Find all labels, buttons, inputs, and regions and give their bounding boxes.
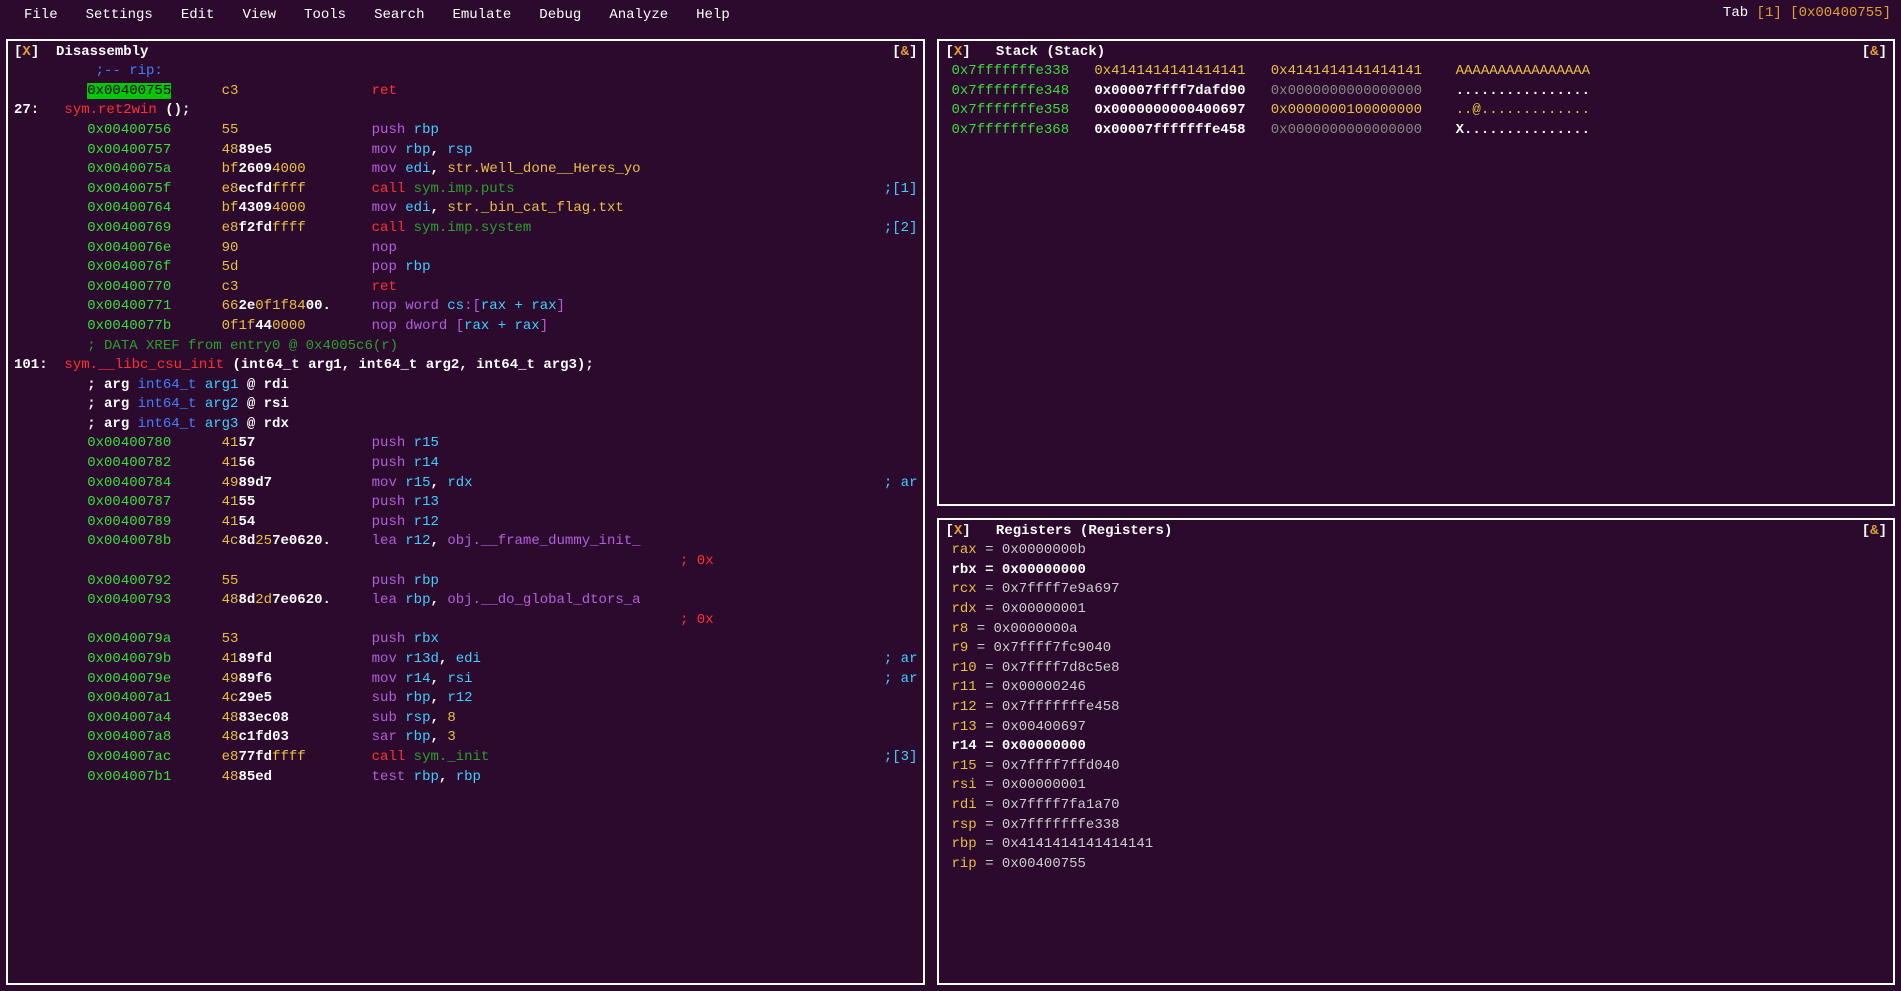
options-icon[interactable]: [&]: [1862, 43, 1887, 63]
disassembly-panel[interactable]: [X] Disassembly [&] ;-- rip: 0x00400755 …: [6, 39, 925, 985]
stack-row[interactable]: 0x7fffffffe358 0x0000000000400697 0x0000…: [951, 101, 1887, 121]
close-icon[interactable]: [X]: [945, 523, 970, 539]
disasm-line[interactable]: 0x00400782 4156push r14: [20, 454, 917, 474]
disasm-line[interactable]: ;-- rip:: [20, 62, 917, 82]
register-row[interactable]: rbx = 0x00000000: [951, 561, 1887, 581]
tab-number: [1]: [1757, 5, 1782, 21]
register-row[interactable]: r12 = 0x7fffffffe458: [951, 698, 1887, 718]
main-area: [X] Disassembly [&] ;-- rip: 0x00400755 …: [0, 33, 1901, 991]
disasm-line[interactable]: 0x0040079b 4189fdmov r13d, edi; ar: [20, 650, 917, 670]
options-icon[interactable]: [&]: [892, 43, 917, 63]
disasm-line[interactable]: 0x00400769 e8f2fdffffcall sym.imp.system…: [20, 219, 917, 239]
register-row[interactable]: r10 = 0x7ffff7d8c5e8: [951, 659, 1887, 679]
disasm-line[interactable]: 0x0040075a bf26094000mov edi, str.Well_d…: [20, 160, 917, 180]
disasm-line[interactable]: ; arg int64_t arg3 @ rdx: [20, 415, 917, 435]
disasm-line[interactable]: 0x00400771 662e0f1f8400.nop word cs:[rax…: [20, 297, 917, 317]
tab-label: Tab: [1723, 5, 1748, 21]
stack-body[interactable]: 0x7fffffffe338 0x4141414141414141 0x4141…: [945, 62, 1887, 140]
options-icon[interactable]: [&]: [1862, 522, 1887, 542]
menu-left: FileSettingsEditViewToolsSearchEmulateDe…: [10, 4, 744, 28]
panel-title-text: Disassembly: [56, 44, 148, 60]
register-row[interactable]: rdx = 0x00000001: [951, 600, 1887, 620]
disasm-line[interactable]: ; arg int64_t arg1 @ rdi: [20, 376, 917, 396]
register-row[interactable]: rdi = 0x7ffff7fa1a70: [951, 796, 1887, 816]
register-row[interactable]: rcx = 0x7ffff7e9a697: [951, 580, 1887, 600]
disasm-line[interactable]: 27: sym.ret2win ();: [14, 101, 917, 121]
panel-title-text: Registers (Registers): [996, 523, 1172, 539]
registers-panel[interactable]: [X] Registers (Registers) [&] rax = 0x00…: [937, 518, 1895, 985]
disasm-line[interactable]: 0x00400770 c3ret: [20, 278, 917, 298]
disassembly-body[interactable]: ;-- rip: 0x00400755 c3ret 27: sym.ret2wi…: [14, 62, 917, 787]
disasm-line[interactable]: 0x00400755 c3ret: [20, 82, 917, 102]
disasm-line[interactable]: 101: sym.__libc_csu_init (int64_t arg1, …: [14, 356, 917, 376]
tab-address: [0x00400755]: [1790, 5, 1891, 21]
menu-tools[interactable]: Tools: [290, 4, 360, 28]
menu-debug[interactable]: Debug: [525, 4, 595, 28]
disasm-line[interactable]: 0x00400784 4989d7mov r15, rdx; ar: [20, 474, 917, 494]
disasm-line[interactable]: ; 0x: [20, 611, 917, 631]
disasm-line[interactable]: 0x0040078b 4c8d257e0620.lea r12, obj.__f…: [20, 532, 917, 552]
disasm-line[interactable]: 0x00400756 55push rbp: [20, 121, 917, 141]
disasm-line[interactable]: 0x0040079a 53push rbx: [20, 630, 917, 650]
register-row[interactable]: r14 = 0x00000000: [951, 737, 1887, 757]
disasm-line[interactable]: 0x004007b1 4885edtest rbp, rbp: [20, 768, 917, 788]
close-icon[interactable]: [X]: [945, 44, 970, 60]
disasm-line[interactable]: 0x0040075f e8ecfdffffcall sym.imp.puts;[…: [20, 180, 917, 200]
disasm-line[interactable]: ; 0x: [20, 552, 917, 572]
registers-body[interactable]: rax = 0x0000000brbx = 0x00000000rcx = 0x…: [945, 541, 1887, 874]
disasm-line[interactable]: 0x004007a4 4883ec08sub rsp, 8: [20, 709, 917, 729]
stack-row[interactable]: 0x7fffffffe338 0x4141414141414141 0x4141…: [951, 62, 1887, 82]
menu-edit[interactable]: Edit: [167, 4, 229, 28]
disasm-line[interactable]: ; DATA XREF from entry0 @ 0x4005c6(r): [20, 337, 917, 357]
register-row[interactable]: r11 = 0x00000246: [951, 678, 1887, 698]
register-row[interactable]: rax = 0x0000000b: [951, 541, 1887, 561]
menu-settings[interactable]: Settings: [72, 4, 167, 28]
register-row[interactable]: rsi = 0x00000001: [951, 776, 1887, 796]
stack-panel[interactable]: [X] Stack (Stack) [&] 0x7fffffffe338 0x4…: [937, 39, 1895, 506]
panel-title-text: Stack (Stack): [996, 44, 1105, 60]
disasm-line[interactable]: 0x00400757 4889e5mov rbp, rsp: [20, 141, 917, 161]
stack-row[interactable]: 0x7fffffffe348 0x00007ffff7dafd90 0x0000…: [951, 82, 1887, 102]
menu-view[interactable]: View: [228, 4, 290, 28]
disasm-line[interactable]: ; arg int64_t arg2 @ rsi: [20, 395, 917, 415]
menu-analyze[interactable]: Analyze: [595, 4, 682, 28]
disasm-line[interactable]: 0x00400787 4155push r13: [20, 493, 917, 513]
close-icon[interactable]: [X]: [14, 44, 39, 60]
menu-emulate[interactable]: Emulate: [438, 4, 525, 28]
register-row[interactable]: rbp = 0x4141414141414141: [951, 835, 1887, 855]
disasm-line[interactable]: 0x00400792 55push rbp: [20, 572, 917, 592]
menu-file[interactable]: File: [10, 4, 72, 28]
register-row[interactable]: r13 = 0x00400697: [951, 718, 1887, 738]
register-row[interactable]: rip = 0x00400755: [951, 855, 1887, 875]
register-row[interactable]: r9 = 0x7ffff7fc9040: [951, 639, 1887, 659]
disasm-line[interactable]: 0x0040079e 4989f6mov r14, rsi; ar: [20, 670, 917, 690]
stack-row[interactable]: 0x7fffffffe368 0x00007fffffffe458 0x0000…: [951, 121, 1887, 141]
register-row[interactable]: rsp = 0x7fffffffe338: [951, 816, 1887, 836]
menu-help[interactable]: Help: [682, 4, 744, 28]
disasm-line[interactable]: 0x004007a1 4c29e5sub rbp, r12: [20, 689, 917, 709]
menubar: FileSettingsEditViewToolsSearchEmulateDe…: [0, 0, 1901, 33]
disasm-line[interactable]: 0x00400789 4154push r12: [20, 513, 917, 533]
disasm-line[interactable]: 0x00400793 488d2d7e0620.lea rbp, obj.__d…: [20, 591, 917, 611]
disasm-line[interactable]: 0x00400780 4157push r15: [20, 434, 917, 454]
register-row[interactable]: r15 = 0x7ffff7ffd040: [951, 757, 1887, 777]
register-row[interactable]: r8 = 0x0000000a: [951, 620, 1887, 640]
disasm-line[interactable]: 0x0040076e 90nop: [20, 239, 917, 259]
tab-indicator: Tab [1] [0x00400755]: [1723, 4, 1891, 28]
disasm-line[interactable]: 0x0040077b 0f1f440000nop dword [rax + ra…: [20, 317, 917, 337]
disasm-line[interactable]: 0x0040076f 5dpop rbp: [20, 258, 917, 278]
disasm-line[interactable]: 0x004007ac e877fdffffcall sym._init;[3]: [20, 748, 917, 768]
disasm-line[interactable]: 0x004007a8 48c1fd03sar rbp, 3: [20, 728, 917, 748]
menu-search[interactable]: Search: [360, 4, 438, 28]
disasm-line[interactable]: 0x00400764 bf43094000mov edi, str._bin_c…: [20, 199, 917, 219]
